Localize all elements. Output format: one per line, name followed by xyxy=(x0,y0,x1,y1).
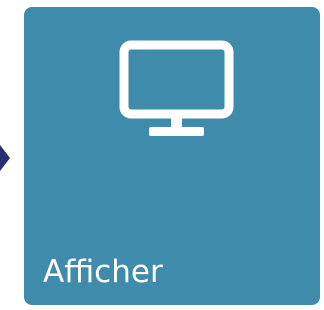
monitor-icon xyxy=(119,40,234,136)
afficher-tile-button[interactable]: Afficher xyxy=(24,7,320,305)
chevron-right-icon xyxy=(0,145,10,171)
tile-stage: Afficher xyxy=(0,0,324,310)
tile-label: Afficher xyxy=(43,254,163,290)
